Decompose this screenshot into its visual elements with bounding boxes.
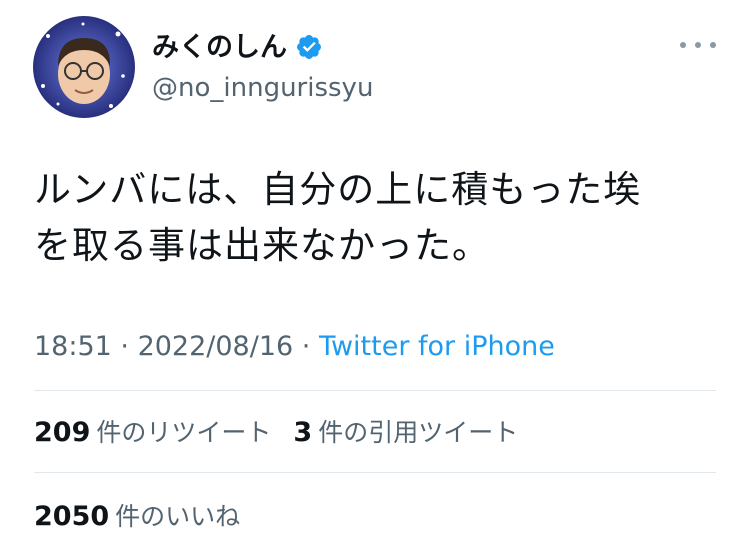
- quote-label: 件の引用ツイート: [318, 418, 519, 447]
- retweet-count: 209: [34, 417, 91, 448]
- meta-separator: ·: [293, 331, 319, 362]
- like-label: 件のいいね: [115, 502, 241, 531]
- tweet-text-line: を取る事は出来なかった。: [34, 224, 490, 267]
- tweet-meta: 18:51 · 2022/08/16 · Twitter for iPhone: [34, 331, 555, 362]
- more-options-icon[interactable]: [680, 35, 716, 55]
- avatar[interactable]: [33, 16, 135, 118]
- share-stats-row: 209 件のリツイート 3 件の引用ツイート: [34, 413, 540, 449]
- tweet-text-line: ルンバには、自分の上に積もった埃: [34, 168, 642, 211]
- retweets-stat[interactable]: 209 件のリツイート: [34, 413, 271, 449]
- retweet-label: 件のリツイート: [96, 418, 272, 447]
- meta-separator: ·: [111, 331, 138, 362]
- author-name-row[interactable]: みくのしん: [152, 33, 323, 61]
- quote-count: 3: [293, 417, 313, 448]
- divider: [34, 472, 716, 473]
- display-name[interactable]: みくのしん: [152, 34, 287, 61]
- divider: [34, 390, 716, 391]
- tweet-time[interactable]: 18:51: [34, 331, 112, 362]
- author-handle[interactable]: @no_inngurissyu: [152, 74, 373, 103]
- tweet-text: ルンバには、自分の上に積もった埃 を取る事は出来なかった。: [34, 162, 724, 274]
- tweet-source-link[interactable]: Twitter for iPhone: [319, 331, 555, 362]
- quotes-stat[interactable]: 3 件の引用ツイート: [293, 413, 518, 449]
- verified-badge-icon: [297, 35, 321, 59]
- likes-stat[interactable]: 2050 件のいいね: [34, 497, 240, 533]
- likes-stats-row: 2050 件のいいね: [34, 497, 262, 533]
- tweet-date[interactable]: 2022/08/16: [138, 331, 294, 362]
- like-count: 2050: [34, 501, 110, 532]
